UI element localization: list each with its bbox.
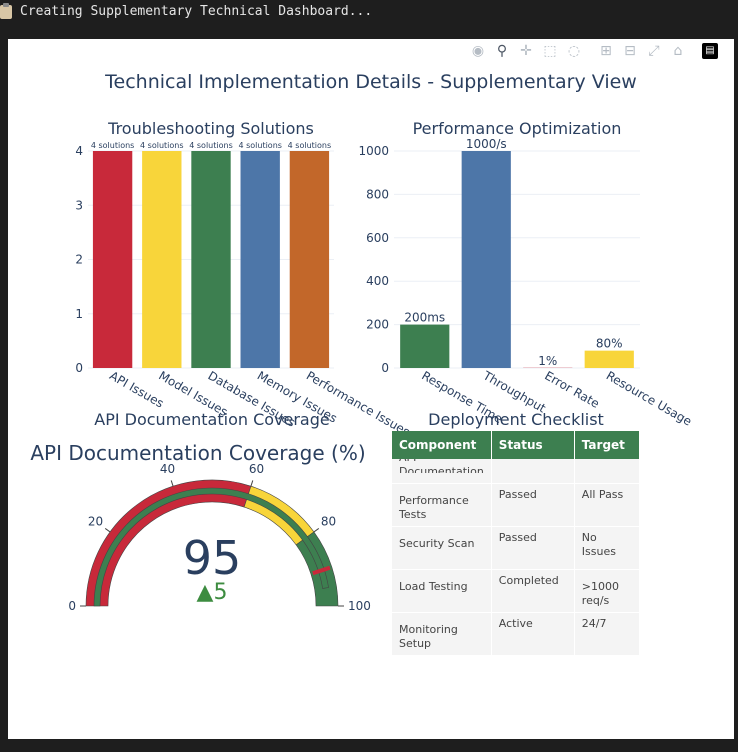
table-cell: >1000 req/s — [574, 569, 641, 613]
table-row: Load Testing Completed >1000 req/s — [392, 569, 641, 613]
dashboard-panel: ◉ ⚲ ✛ ⬚ ◌ ⊞ ⊟ ⤢ ⌂ ▤ Technical Implementa… — [8, 39, 734, 739]
data-label: 1% — [538, 354, 557, 368]
table-row: Security Scan Passed No Issues — [392, 526, 641, 570]
table-header-cell: Target — [574, 431, 641, 459]
data-label: 4 solutions — [189, 141, 232, 150]
data-label: 200ms — [404, 311, 445, 325]
table-row: Monitoring Setup Active 24/7 — [392, 612, 641, 656]
subplot-title: Performance Optimization — [413, 119, 622, 138]
y-tick-label: 2 — [75, 253, 83, 267]
data-label: 4 solutions — [140, 141, 183, 150]
bar — [289, 151, 330, 368]
gauge-tick — [250, 480, 254, 487]
y-tick-label: 400 — [366, 274, 389, 288]
terminal-text: Creating Supplementary Technical Dashboa… — [20, 4, 373, 19]
table-cell: All Pass — [574, 483, 641, 527]
table-cell: Load Testing — [392, 569, 492, 613]
y-tick-label: 600 — [366, 231, 389, 245]
y-tick-label: 3 — [75, 198, 83, 212]
gauge-step — [295, 531, 339, 607]
table-header-cell: Component — [392, 431, 492, 459]
table-cell: Passed — [491, 483, 575, 527]
x-tick-label: Resource Usage — [604, 368, 694, 428]
table-cell: 24/7 — [574, 612, 641, 656]
table-cell: Completed — [491, 569, 575, 613]
table-cell — [574, 459, 641, 484]
table-cell: API Documentation — [392, 459, 492, 484]
y-tick-label: 800 — [366, 187, 389, 201]
table-cell: No Issues — [574, 526, 641, 570]
bar — [461, 151, 511, 368]
gauge-tick — [104, 528, 111, 533]
bar — [191, 151, 231, 368]
y-tick-label: 1 — [75, 307, 83, 321]
table-cell: Performance Tests — [392, 483, 492, 527]
data-label: 4 solutions — [288, 141, 331, 150]
x-tick-label: Error Rate — [542, 368, 601, 410]
table-header-cell: Status — [491, 431, 575, 459]
gauge-value: 95 — [183, 531, 242, 585]
gauge-delta: ▲5 — [197, 580, 228, 605]
y-tick-label: 1000 — [358, 144, 389, 158]
y-tick-label: 200 — [366, 318, 389, 332]
bar — [400, 324, 450, 368]
bar — [142, 151, 182, 368]
bar — [92, 151, 133, 368]
subplot-title: Deployment Checklist — [428, 410, 604, 429]
data-label: 1000/s — [466, 137, 507, 151]
gauge-tick-label: 100 — [348, 599, 371, 613]
gauge-tick-label: 80 — [321, 514, 336, 528]
table-cell: Monitoring Setup — [392, 612, 492, 656]
data-label: 80% — [596, 337, 623, 351]
table-header-row: Component Status Target — [392, 431, 641, 459]
table-row: API Documentation — [392, 459, 641, 484]
terminal-header: Creating Supplementary Technical Dashboa… — [0, 0, 738, 38]
data-label: 4 solutions — [91, 141, 134, 150]
subplot-title: API Documentation Coverage — [94, 410, 329, 429]
y-tick-label: 0 — [381, 361, 389, 375]
table-cell — [491, 459, 575, 484]
table-cell-text: API Documentation — [399, 459, 484, 473]
y-tick-label: 0 — [75, 361, 83, 375]
x-tick-label: API Issues — [107, 368, 166, 410]
gauge-tick-label: 0 — [68, 599, 76, 613]
gauge-title: API Documentation Coverage (%) — [30, 441, 366, 465]
subplot-title: Troubleshooting Solutions — [107, 119, 314, 138]
y-tick-label: 4 — [75, 144, 83, 158]
bar — [240, 151, 280, 368]
gauge-tick-label: 20 — [88, 514, 103, 528]
table-row: Performance Tests Passed All Pass — [392, 483, 641, 527]
deployment-table: Component Status Target API Documentatio… — [392, 431, 641, 656]
data-label: 4 solutions — [238, 141, 281, 150]
gauge-tick — [170, 480, 174, 487]
bar — [584, 350, 634, 368]
table-cell: Active — [491, 612, 575, 656]
table-cell: Passed — [491, 526, 575, 570]
clipboard-icon — [0, 3, 12, 19]
gauge-tick — [313, 528, 320, 533]
table-cell: Security Scan — [392, 526, 492, 570]
